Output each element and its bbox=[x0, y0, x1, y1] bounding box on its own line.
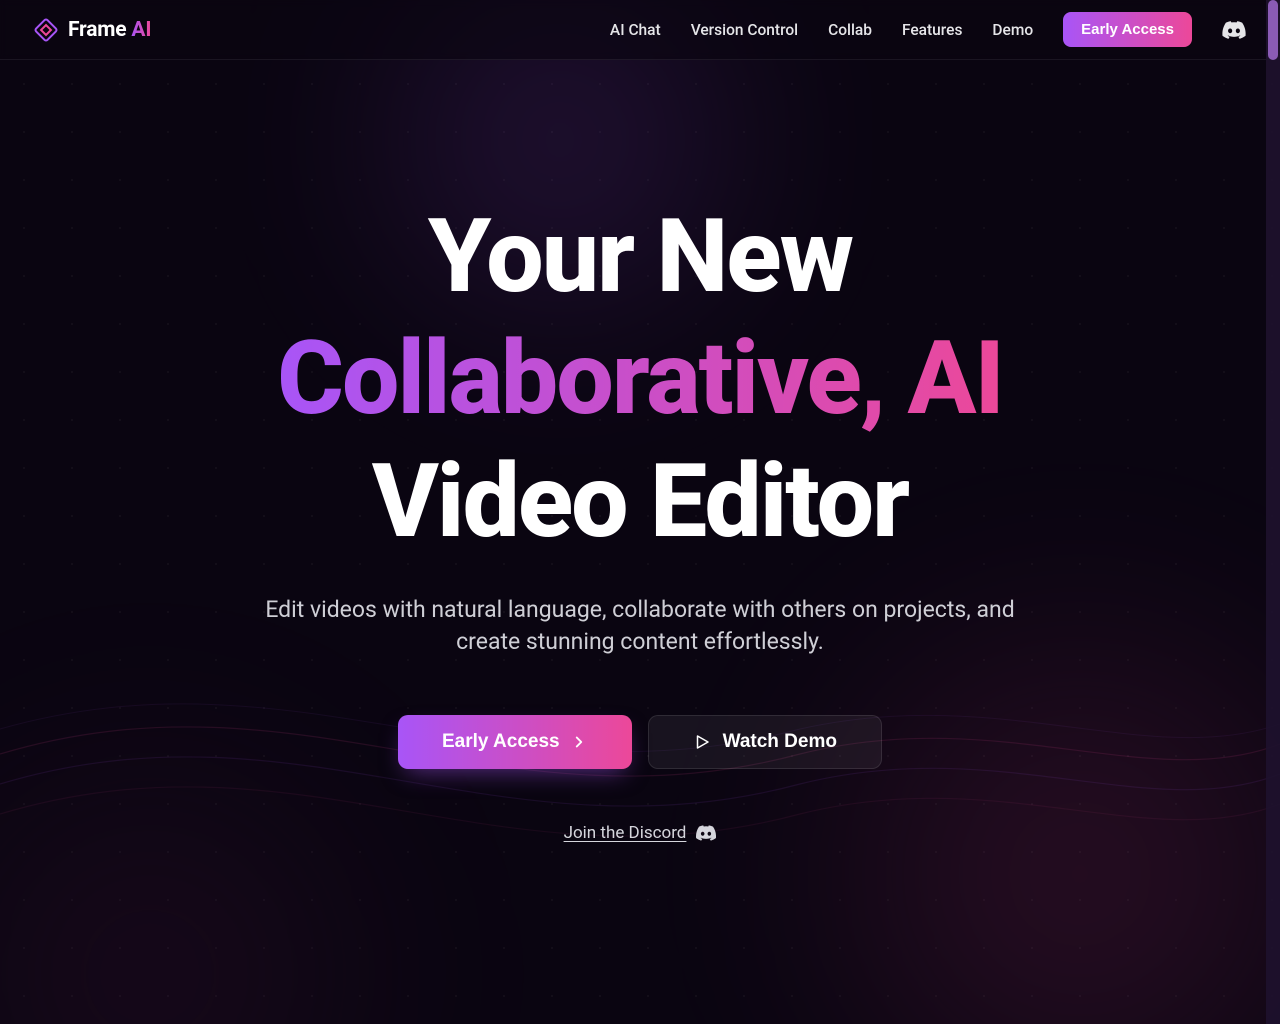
hero-line1: Your New bbox=[277, 195, 1003, 317]
discord-icon bbox=[696, 825, 716, 841]
nav-discord-icon[interactable] bbox=[1222, 21, 1246, 39]
brand-suffix: AI bbox=[131, 18, 151, 42]
scrollbar-thumb[interactable] bbox=[1268, 0, 1278, 60]
join-discord-link[interactable]: Join the Discord bbox=[564, 823, 717, 843]
join-discord-label: Join the Discord bbox=[564, 823, 687, 843]
logo-icon bbox=[34, 18, 58, 42]
hero-line3: Video Editor bbox=[277, 440, 1003, 562]
top-nav: Frame AI AI Chat Version Control Collab … bbox=[0, 0, 1280, 60]
watch-demo-button[interactable]: Watch Demo bbox=[648, 715, 882, 769]
nav-demo[interactable]: Demo bbox=[992, 21, 1033, 39]
chevron-right-icon bbox=[570, 733, 588, 751]
nav-features[interactable]: Features bbox=[902, 21, 962, 39]
logo[interactable]: Frame AI bbox=[34, 18, 151, 42]
nav-early-access-button[interactable]: Early Access bbox=[1063, 12, 1192, 47]
hero-heading: Your New Collaborative, AI Video Editor bbox=[277, 195, 1003, 562]
nav-ai-chat[interactable]: AI Chat bbox=[610, 21, 661, 39]
nav-collab[interactable]: Collab bbox=[828, 21, 872, 39]
nav-links: AI Chat Version Control Collab Features … bbox=[610, 12, 1246, 47]
early-access-label: Early Access bbox=[442, 731, 560, 753]
play-icon bbox=[693, 733, 711, 751]
nav-version-control[interactable]: Version Control bbox=[691, 21, 798, 39]
scrollbar[interactable] bbox=[1266, 0, 1280, 1024]
hero-line2: Collaborative, AI bbox=[277, 317, 1003, 439]
hero-sub: Edit videos with natural language, colla… bbox=[250, 594, 1030, 658]
brand-name: Frame bbox=[68, 18, 126, 42]
cta-row: Early Access Watch Demo bbox=[398, 715, 882, 769]
logo-text: Frame AI bbox=[68, 18, 151, 42]
early-access-button[interactable]: Early Access bbox=[398, 715, 632, 769]
watch-demo-label: Watch Demo bbox=[723, 731, 837, 753]
discord-icon bbox=[1222, 21, 1246, 39]
hero-section: Your New Collaborative, AI Video Editor … bbox=[0, 60, 1280, 843]
